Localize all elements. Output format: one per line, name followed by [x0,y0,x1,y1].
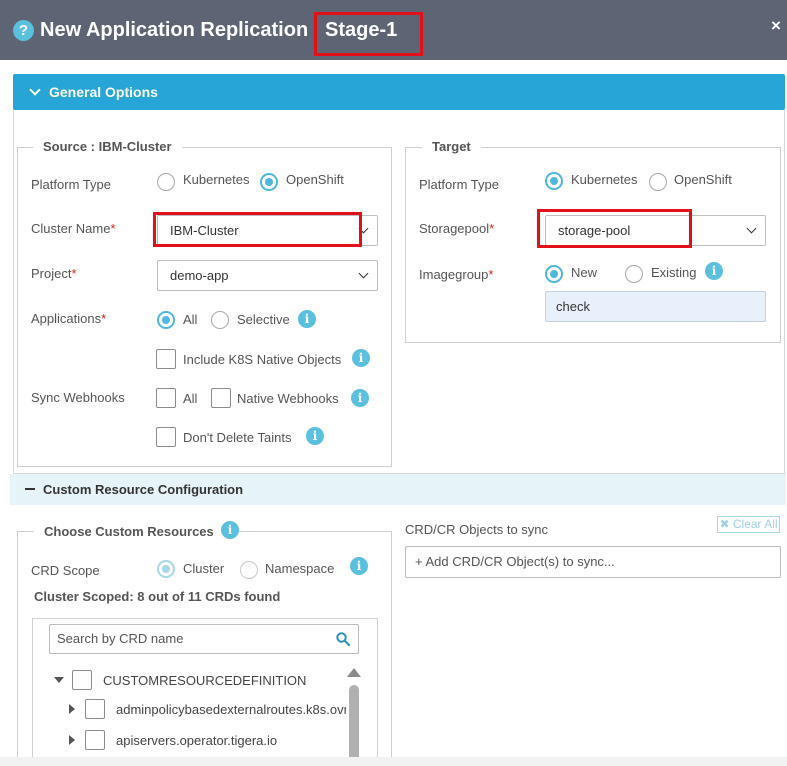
crd-tree-root-label: CUSTOMRESOURCEDEFINITION [103,673,307,688]
add-crd-objects-input[interactable]: + Add CRD/CR Object(s) to sync... [405,546,781,578]
crd-tree-scrollbar[interactable] [349,685,359,766]
imagegroup-new-radio[interactable] [545,265,563,283]
crd-scope-cluster-radio[interactable] [157,560,175,578]
target-platform-type-label: Platform Type [419,177,499,192]
applications-all-radio[interactable] [157,311,175,329]
caret-right-icon[interactable] [69,735,75,745]
source-platform-openshift-radio[interactable] [260,173,278,191]
applications-all-label: All [183,312,198,327]
crd-scope-cluster-label: Cluster [183,561,225,576]
custom-resource-label: Custom Resource Configuration [43,482,244,497]
source-legend: Source : IBM-Cluster [33,139,182,154]
info-icon[interactable]: i [705,262,723,280]
dialog-bottom-edge [0,757,787,766]
crd-tree-item: adminpolicybasedexternalroutes.k8s.ovn.o… [116,702,346,717]
dialog-header: ? New Application Replication Stage-1 × [0,0,787,60]
sync-webhooks-all-label: All [183,391,198,406]
source-platform-kubernetes-radio[interactable] [157,173,175,191]
chevron-down-icon [746,223,757,234]
project-select[interactable]: demo-app [157,260,378,291]
crd-root-checkbox[interactable] [72,670,92,690]
project-label: Project* [31,266,77,281]
caret-down-icon[interactable] [54,677,64,683]
search-icon[interactable] [336,632,350,646]
imagegroup-label: Imagegroup* [419,267,494,282]
imagegroup-new-label: New [571,265,598,280]
source-platform-type-label: Platform Type [31,177,111,192]
clear-icon: ✖ [719,517,730,531]
imagegroup-existing-label: Existing [651,265,697,280]
cluster-name-value: IBM-Cluster [170,223,239,238]
choose-custom-resources-legend: Choose Custom Resources [34,524,224,539]
imagegroup-existing-radio[interactable] [625,265,643,283]
general-options-toggle[interactable]: General Options [13,74,785,110]
storagepool-label: Storagepool* [419,221,495,236]
project-value: demo-app [170,268,229,283]
storagepool-select[interactable]: storage-pool [545,215,766,246]
include-native-objects-checkbox[interactable] [156,349,176,369]
cluster-name-label: Cluster Name* [31,221,116,236]
scroll-up-arrow-icon[interactable] [347,668,361,677]
crd-item-checkbox[interactable] [85,699,105,719]
applications-selective-label: Selective [237,312,290,327]
crd-found-count: Cluster Scoped: 8 out of 11 CRDs found [34,589,281,604]
target-platform-kubernetes-radio[interactable] [545,172,563,190]
crd-objects-label: CRD/CR Objects to sync [405,522,549,537]
target-platform-openshift-label: OpenShift [674,172,732,187]
caret-right-icon[interactable] [69,704,75,714]
sync-webhooks-label: Sync Webhooks [31,390,125,405]
applications-selective-radio[interactable] [211,311,229,329]
crd-scope-label: CRD Scope [31,563,100,578]
info-icon[interactable]: i [352,349,370,367]
info-icon[interactable]: i [306,427,324,445]
chevron-down-icon [358,268,369,279]
source-platform-kubernetes-label: Kubernetes [183,172,250,187]
target-platform-kubernetes-label: Kubernetes [571,172,638,187]
close-icon[interactable]: × [771,16,781,36]
help-icon[interactable]: ? [13,20,34,41]
info-icon[interactable]: i [351,389,369,407]
crd-search-input[interactable]: Search by CRD name [49,624,359,654]
info-icon[interactable]: i [350,557,368,575]
minus-icon [25,488,35,490]
source-platform-openshift-label: OpenShift [286,172,344,187]
crd-scope-namespace-label: Namespace [265,561,335,576]
applications-label: Applications* [31,311,107,326]
chevron-down-icon [29,84,41,96]
info-icon[interactable]: i [298,310,316,328]
storagepool-value: storage-pool [558,223,631,238]
info-icon[interactable]: i [221,521,239,539]
sync-webhooks-native-checkbox[interactable] [211,388,231,408]
sync-webhooks-all-checkbox[interactable] [156,388,176,408]
clear-all-button[interactable]: ✖ Clear All [717,516,780,533]
crd-item-checkbox[interactable] [85,730,105,750]
dialog-title: New Application Replication [40,19,309,41]
dont-delete-taints-checkbox[interactable] [156,427,176,447]
dont-delete-taints-label: Don't Delete Taints [183,430,292,445]
custom-resource-toggle[interactable]: Custom Resource Configuration [10,474,786,505]
crd-tree-item: apiservers.operator.tigera.io [116,733,278,748]
stage-name: Stage-1 [325,19,398,41]
cluster-name-select[interactable]: IBM-Cluster [157,215,378,246]
target-legend: Target [422,139,481,154]
include-native-objects-label: Include K8S Native Objects [183,352,342,367]
target-platform-openshift-radio[interactable] [649,173,667,191]
imagegroup-name-input[interactable]: check [545,291,766,322]
chevron-down-icon [358,223,369,234]
sync-webhooks-native-label: Native Webhooks [237,391,339,406]
crd-scope-namespace-radio[interactable] [240,561,258,579]
general-options-label: General Options [49,84,158,100]
